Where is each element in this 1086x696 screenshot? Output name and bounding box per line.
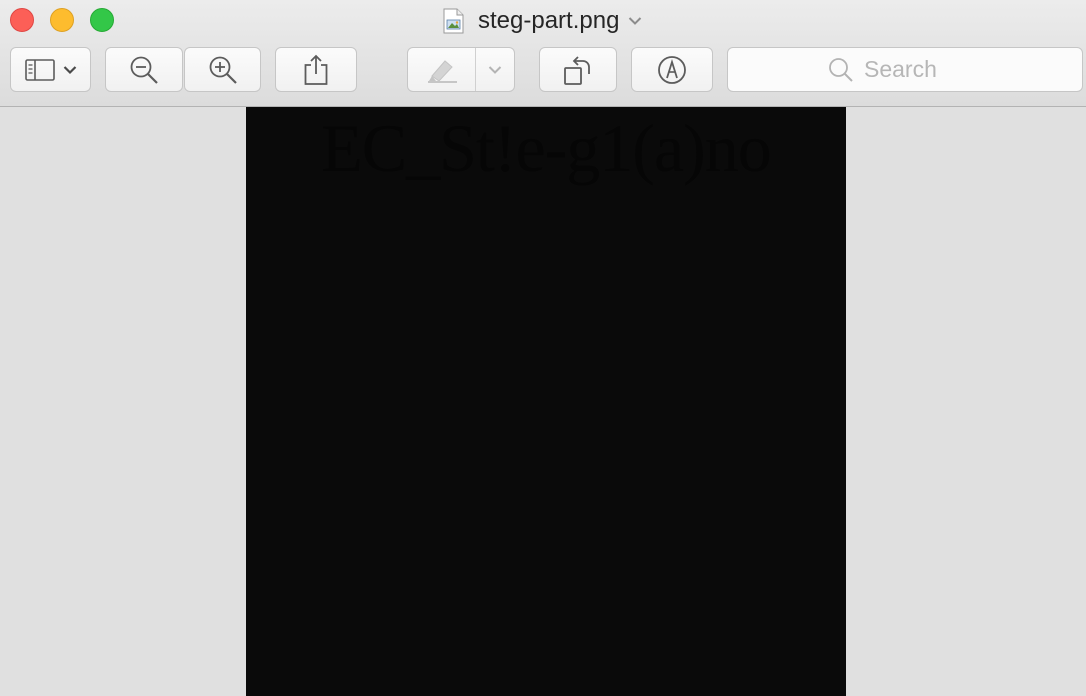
- title-bar: steg-part.png: [0, 0, 1086, 107]
- zoom-out-button[interactable]: [105, 47, 183, 92]
- search-icon: [828, 57, 854, 83]
- highlight-options-button[interactable]: [476, 48, 514, 91]
- highlight-control-group: [407, 47, 515, 92]
- document-canvas[interactable]: EC_St!e-g1(a)no: [0, 107, 1086, 696]
- window-title[interactable]: steg-part.png: [443, 5, 642, 37]
- minimize-window-button[interactable]: [50, 8, 74, 32]
- chevron-down-icon: [63, 65, 77, 75]
- chevron-down-icon: [488, 65, 502, 75]
- sidebar-toggle-button[interactable]: [10, 47, 91, 92]
- hidden-image-text: EC_St!e-g1(a)no: [321, 110, 772, 186]
- highlighter-icon: [426, 57, 458, 83]
- highlight-button[interactable]: [408, 48, 476, 91]
- rotate-button[interactable]: [539, 47, 617, 92]
- search-field[interactable]: [727, 47, 1083, 92]
- image-content: EC_St!e-g1(a)no: [246, 107, 846, 696]
- markup-button[interactable]: [631, 47, 713, 92]
- sidebar-icon: [24, 58, 55, 81]
- maximize-window-button[interactable]: [90, 8, 114, 32]
- share-icon: [303, 54, 329, 86]
- chevron-down-icon[interactable]: [628, 13, 642, 31]
- zoom-in-icon: [208, 55, 238, 85]
- search-input[interactable]: [864, 56, 1064, 83]
- png-document-icon: [443, 8, 464, 34]
- window-title-text: steg-part.png: [478, 7, 620, 34]
- markup-pen-icon: [657, 55, 687, 85]
- share-button[interactable]: [275, 47, 357, 92]
- zoom-out-icon: [129, 55, 159, 85]
- zoom-in-button[interactable]: [184, 47, 261, 92]
- rotate-left-icon: [563, 54, 593, 86]
- close-window-button[interactable]: [10, 8, 34, 32]
